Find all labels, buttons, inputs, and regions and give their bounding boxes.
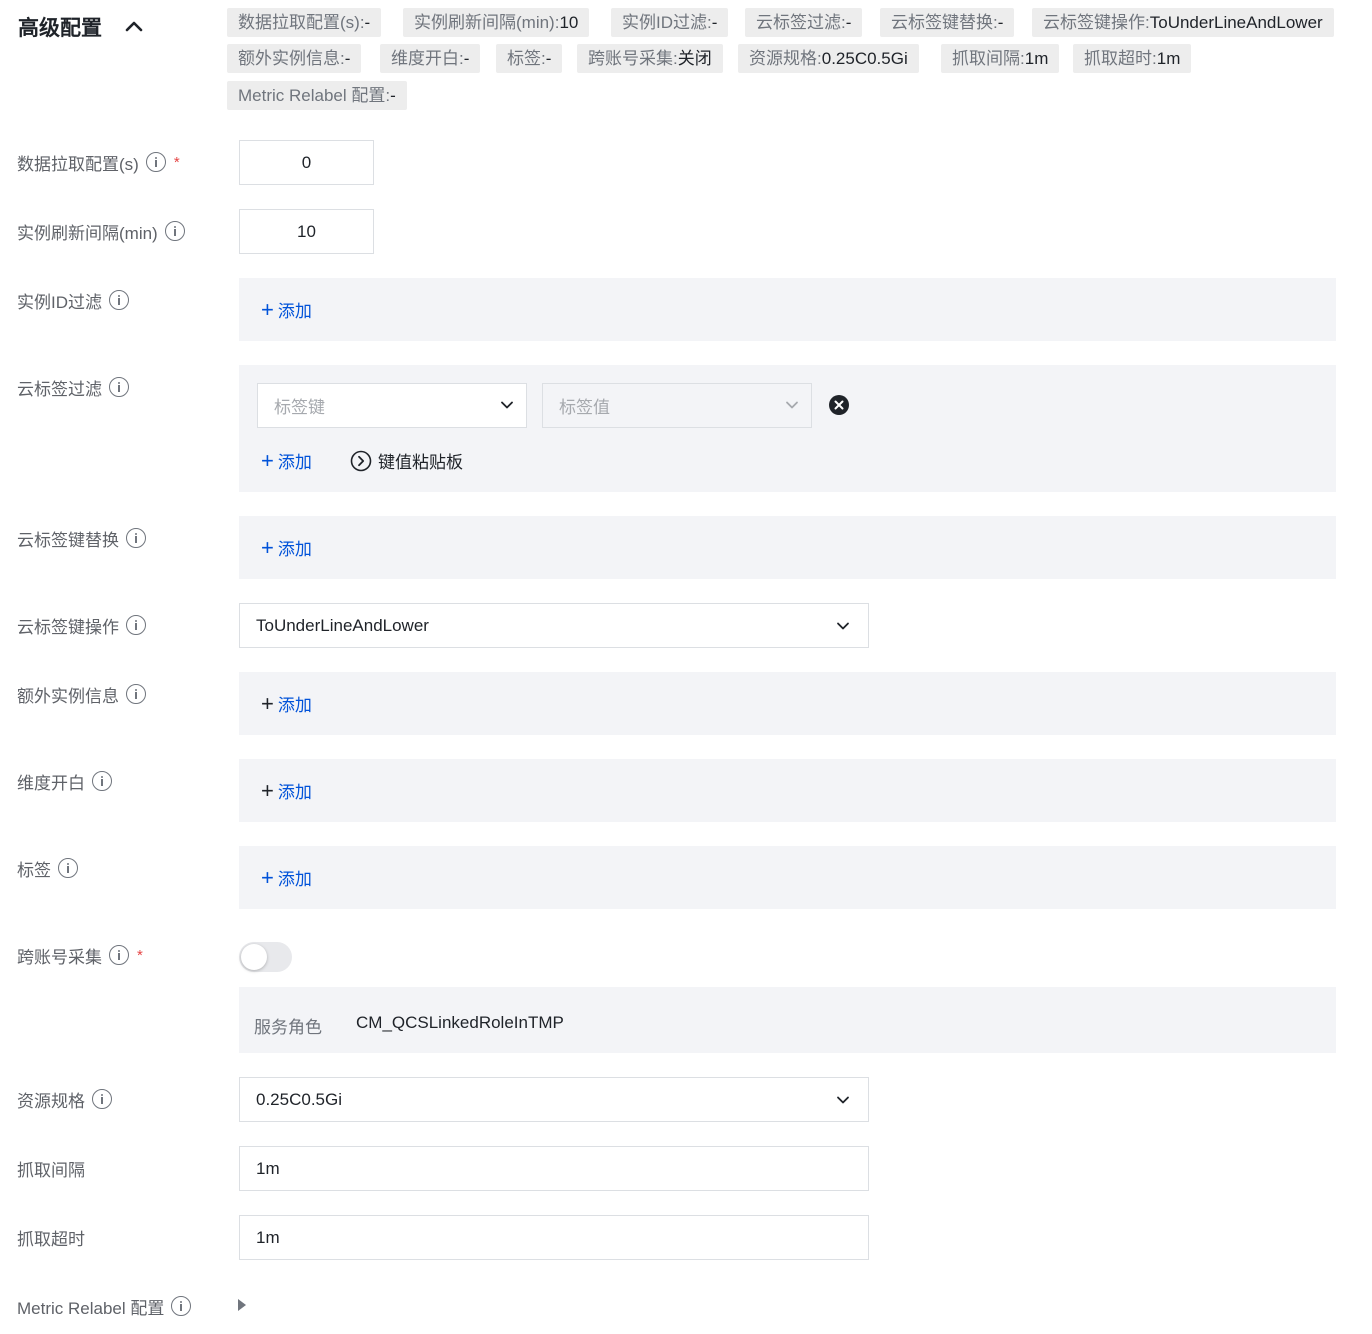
summary-chip: 云标签过滤:- [745,8,863,37]
label-cross-account: 跨账号采集 * [17,945,143,967]
service-role-panel: 服务角色 CM_QCSLinkedRoleInTMP [239,987,1336,1053]
info-icon[interactable] [126,615,146,635]
chevron-down-icon [837,1096,849,1104]
info-icon[interactable] [92,771,112,791]
instance-id-filter-panel: + 添加 [239,278,1336,341]
label-scrape-timeout: 抓取超时 [17,1229,85,1249]
info-icon[interactable] [126,528,146,548]
add-cloud-tag-filter-button[interactable]: + 添加 [261,448,312,473]
scrape-timeout-input[interactable]: 1m [239,1215,869,1260]
service-role-value: CM_QCSLinkedRoleInTMP [356,1013,564,1032]
summary-chip: 云标签键操作:ToUnderLineAndLower [1032,8,1334,37]
summary-chip: 跨账号采集:关闭 [577,44,723,73]
plus-icon: + [261,777,274,803]
chevron-circle-right-icon [350,450,372,471]
summary-chip: Metric Relabel 配置:- [227,81,407,110]
tags-panel: + 添加 [239,846,1336,909]
add-tag-key-replace-button[interactable]: + 添加 [261,535,312,560]
add-tag-button[interactable]: + 添加 [261,865,312,890]
summary-chip: 维度开白:- [380,44,481,73]
extra-info-panel: + 添加 [239,672,1336,735]
info-icon[interactable] [109,377,129,397]
label-instance-id-filter: 实例ID过滤 [17,288,129,312]
cloud-tag-filter-panel: 标签键 标签值 + 添加 键值粘贴板 [239,365,1336,492]
tag-key-replace-panel: + 添加 [239,516,1336,579]
dimension-whitelist-panel: + 添加 [239,759,1336,822]
summary-chip: 数据拉取配置(s):- [227,8,382,37]
add-dimension-whitelist-button[interactable]: + 添加 [261,778,312,803]
caret-right-icon[interactable] [238,1299,246,1311]
info-icon[interactable] [171,1296,192,1316]
refresh-interval-input[interactable]: 10 [239,209,374,254]
info-icon[interactable] [126,684,146,704]
plus-icon: + [261,534,274,560]
summary-chip: 抓取间隔:1m [941,44,1060,73]
scrape-interval-input[interactable]: 1m [239,1146,869,1191]
label-pull-config: 数据拉取配置(s) * [17,152,180,174]
summary-chip: 额外实例信息:- [227,44,362,73]
label-dimension-whitelist: 维度开白 [17,769,112,793]
label-resource-spec: 资源规格 [17,1087,112,1111]
summary-chip: 资源规格:0.25C0.5Gi [738,44,919,73]
tag-value-select[interactable]: 标签值 [542,383,812,428]
label-tag-key-op: 云标签键操作 [17,613,146,637]
tag-key-select[interactable]: 标签键 [257,383,527,428]
info-icon[interactable] [109,290,129,310]
service-role-label: 服务角色 [254,1018,322,1037]
label-extra-info: 额外实例信息 [17,682,146,706]
chevron-up-icon[interactable] [122,14,146,38]
clipboard-button[interactable]: 键值粘贴板 [350,448,463,473]
info-icon[interactable] [109,945,129,965]
plus-icon: + [261,864,274,890]
required-mark: * [137,946,143,964]
plus-icon: + [261,447,274,473]
summary-chip: 抓取超时:1m [1073,44,1192,73]
chevron-down-icon [501,401,513,409]
required-mark: * [173,153,180,171]
tag-key-op-select[interactable]: ToUnderLineAndLower [239,603,869,648]
summary-chip: 云标签键替换:- [880,8,1015,37]
info-icon[interactable] [92,1089,112,1109]
section-title: 高级配置 [18,17,102,40]
resource-spec-select[interactable]: 0.25C0.5Gi [239,1077,869,1122]
add-extra-info-button[interactable]: + 添加 [261,691,312,716]
chevron-down-icon [786,401,798,409]
summary-chip: 标签:- [496,44,563,73]
summary-chip: 实例刷新间隔(min):10 [403,8,590,37]
label-cloud-tag-filter: 云标签过滤 [17,375,129,399]
summary-chip: 实例ID过滤:- [611,8,729,37]
add-instance-id-filter-button[interactable]: + 添加 [261,297,312,322]
plus-icon: + [261,690,274,716]
label-tag-key-replace: 云标签键替换 [17,526,146,550]
label-scrape-interval: 抓取间隔 [17,1160,85,1180]
pull-config-input[interactable]: 0 [239,140,374,185]
info-icon[interactable] [58,858,78,878]
info-icon[interactable] [145,152,166,172]
cross-account-toggle[interactable] [239,942,292,972]
info-icon[interactable] [164,221,185,241]
label-refresh-interval: 实例刷新间隔(min) [17,219,185,243]
toggle-knob [241,944,267,970]
chevron-down-icon [837,622,849,630]
label-tags: 标签 [17,856,78,880]
plus-icon: + [261,296,274,322]
label-metric-relabel: Metric Relabel 配置 [17,1294,192,1318]
remove-icon[interactable] [829,395,849,415]
